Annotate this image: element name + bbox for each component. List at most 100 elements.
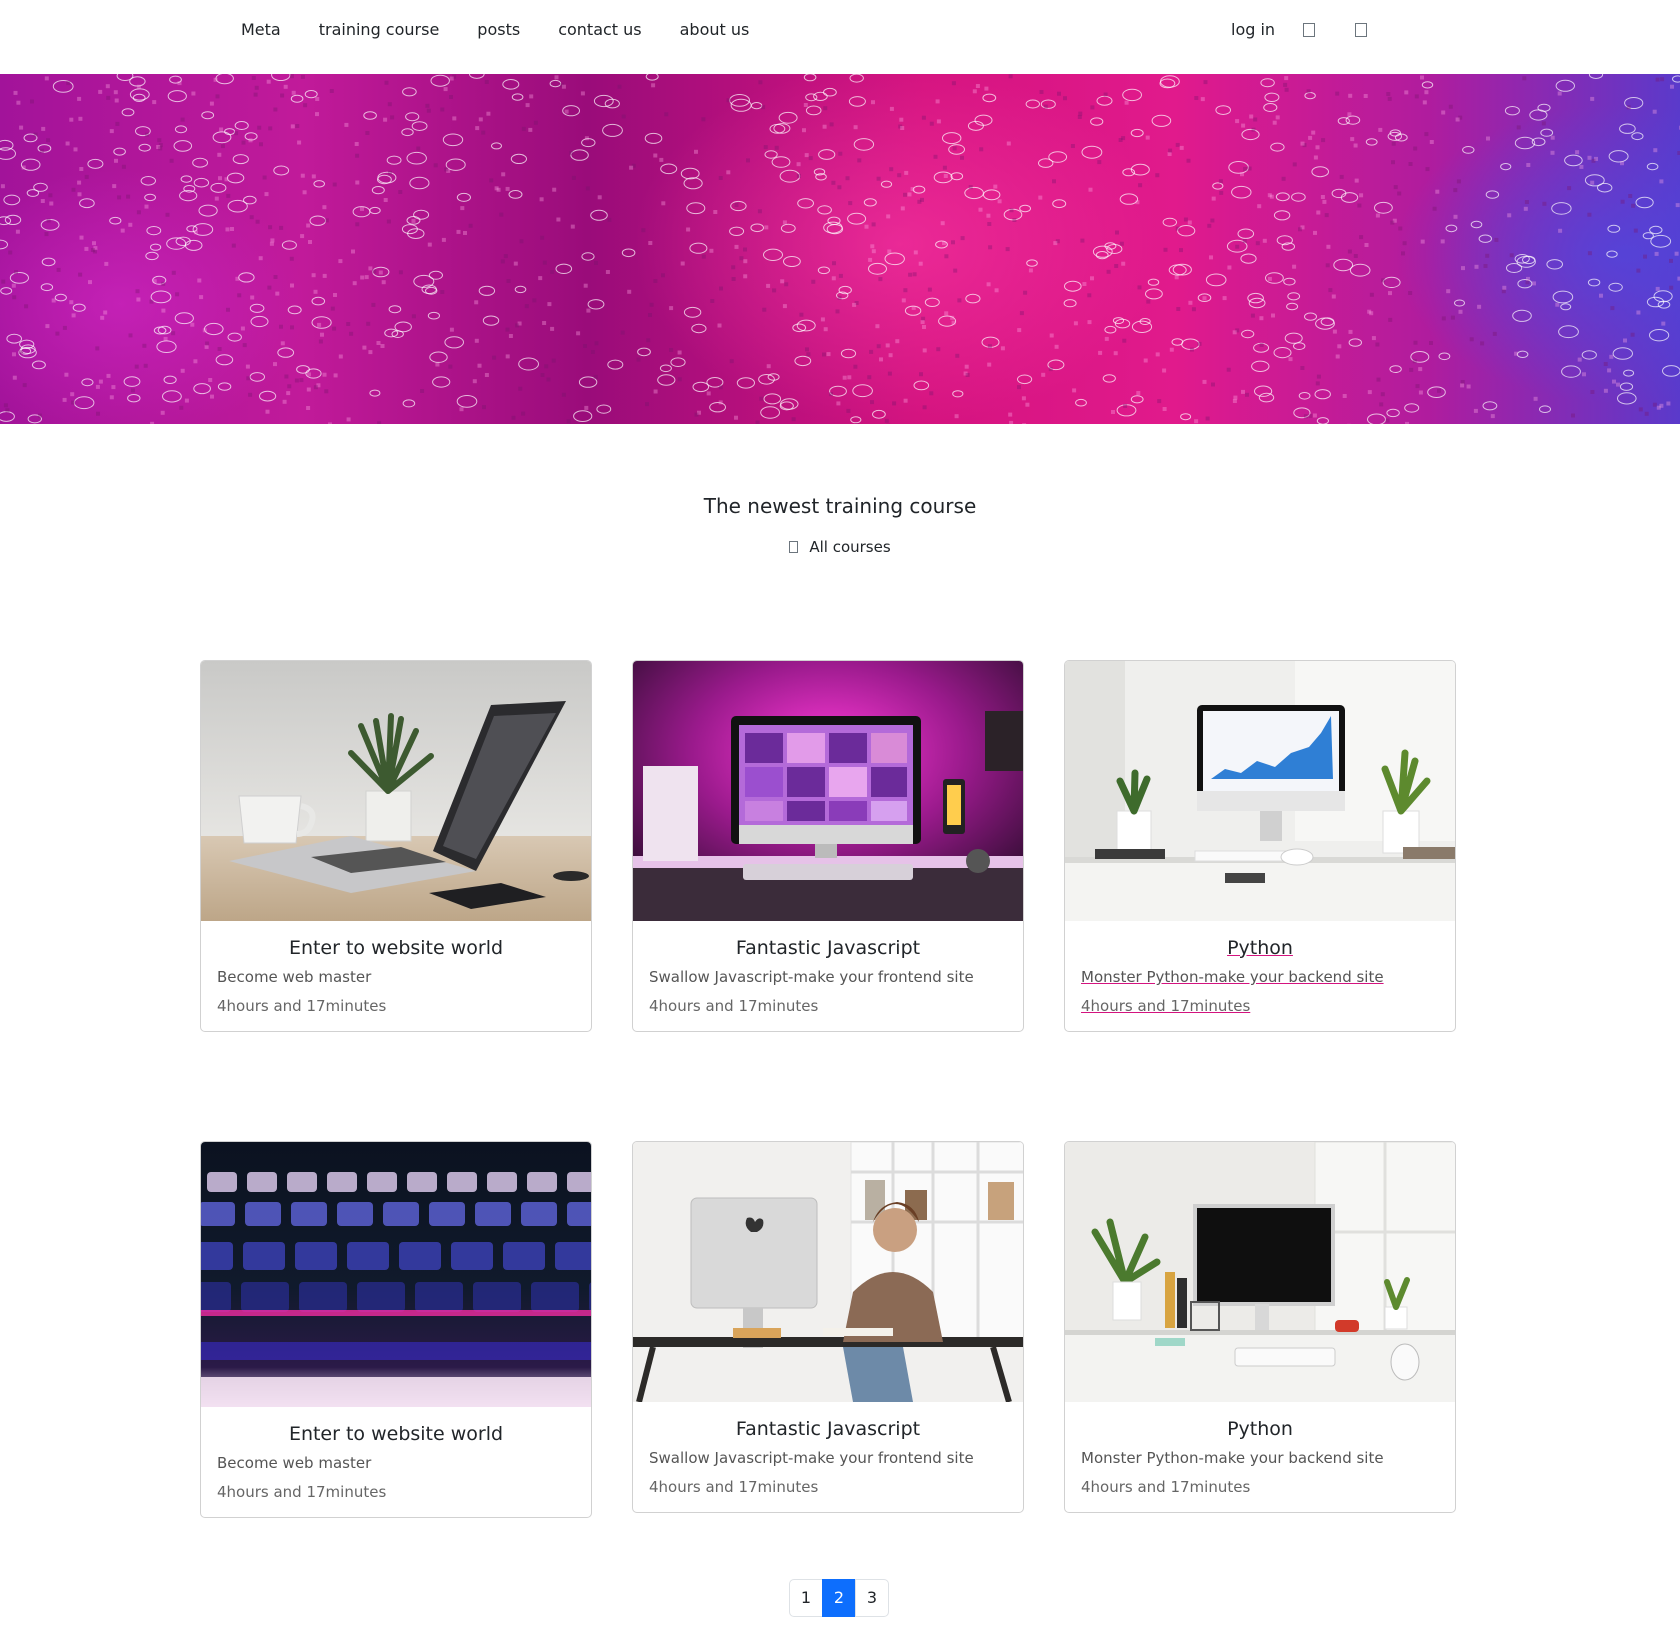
hero-glitter: [144, 204, 149, 209]
hero-bubble: [590, 209, 608, 221]
hero-glitter: [540, 235, 545, 240]
hero-glitter: [1335, 354, 1340, 359]
hero-bubble: [1386, 408, 1400, 418]
hero-bubble: [127, 394, 141, 403]
course-card[interactable]: Enter to website world Become web master…: [200, 1141, 592, 1518]
hero-glitter: [826, 352, 831, 357]
course-card[interactable]: Enter to website world Become web master…: [200, 660, 592, 1032]
hero-glitter: [1432, 206, 1437, 211]
hero-bubble: [849, 74, 864, 83]
hero-glitter: [899, 117, 904, 122]
hero-glitter: [360, 206, 364, 211]
course-card[interactable]: Fantastic Javascript Swallow Javascript-…: [632, 1141, 1024, 1513]
all-courses-label: All courses: [809, 538, 891, 556]
hero-bubble: [689, 242, 708, 254]
login-link[interactable]: log in: [1231, 18, 1275, 42]
course-card[interactable]: Python Monster Python-make your backend …: [1064, 660, 1456, 1032]
hero-glitter: [506, 279, 511, 283]
hero-glitter: [449, 95, 453, 99]
hero-glitter: [1405, 421, 1409, 424]
hero-glitter: [193, 230, 198, 235]
hero-glitter: [501, 172, 506, 177]
hero-glitter: [208, 378, 213, 382]
hero-glitter: [291, 90, 296, 95]
hero-bubble: [192, 157, 209, 168]
hero-glitter: [460, 206, 465, 211]
hero-bubble: [1231, 185, 1252, 199]
hero-glitter: [831, 276, 836, 281]
keyboard-key: [399, 1242, 441, 1270]
hero-bubble: [413, 209, 430, 220]
hero-bubble: [1546, 259, 1563, 270]
hero-glitter: [677, 350, 682, 355]
course-card[interactable]: Fantastic Javascript Swallow Javascript-…: [632, 660, 1024, 1032]
hero-glitter: [919, 372, 923, 377]
hero-glitter: [349, 331, 354, 336]
hero-glitter: [1077, 115, 1082, 119]
hero-glitter: [743, 247, 747, 252]
hero-glitter: [112, 184, 117, 189]
hero-bubble: [1168, 264, 1187, 276]
hero-glitter: [1326, 244, 1331, 249]
hero-glitter: [1041, 372, 1046, 377]
hero-glitter: [1025, 402, 1030, 407]
hero-glitter: [1555, 302, 1560, 307]
hero-glitter: [1409, 367, 1414, 372]
hero-glitter: [552, 187, 557, 192]
hero-glitter: [1610, 306, 1615, 311]
nav-link-posts[interactable]: posts: [477, 18, 520, 42]
hero-glitter: [912, 272, 917, 277]
all-courses-link[interactable]: All courses: [0, 536, 1680, 558]
hero-bubble: [1551, 202, 1572, 215]
hero-glitter: [225, 227, 230, 232]
hero-glitter: [1575, 150, 1580, 155]
hero-glitter: [1325, 263, 1330, 268]
hero-bubble: [281, 240, 297, 250]
hero-glitter: [366, 321, 371, 326]
hero-glitter: [1408, 291, 1413, 295]
hero-glitter: [1135, 200, 1140, 205]
hero-glitter: [1532, 281, 1536, 286]
page-link-1[interactable]: 1: [789, 1579, 823, 1617]
hero-bubble: [1258, 392, 1275, 403]
hero-glitter: [922, 325, 926, 329]
hero-glitter: [46, 218, 51, 223]
hero-glitter: [1582, 372, 1586, 377]
page-link-3[interactable]: 3: [855, 1579, 889, 1617]
user-icon[interactable]: [1303, 23, 1316, 37]
hero-bubble: [428, 270, 443, 280]
course-title: Enter to website world: [288, 1423, 504, 1445]
hero-glitter: [226, 193, 231, 198]
cart-icon[interactable]: [1355, 23, 1368, 37]
hero-glitter: [551, 358, 556, 363]
hero-glitter: [1636, 268, 1641, 273]
course-card[interactable]: Python Monster Python-make your backend …: [1064, 1141, 1456, 1513]
hero-glitter: [846, 408, 851, 413]
hero-glitter: [214, 196, 219, 201]
hero-glitter: [126, 194, 131, 199]
hero-glitter: [324, 218, 329, 223]
hero-glitter: [55, 331, 60, 336]
nav-link-meta[interactable]: Meta: [241, 18, 281, 42]
hero-bubble: [227, 332, 242, 342]
hero-glitter: [1176, 307, 1181, 311]
hero-glitter: [957, 298, 962, 303]
hero-glitter: [1111, 410, 1115, 414]
nav-link-training-course[interactable]: training course: [319, 18, 440, 42]
hero-glitter: [37, 413, 42, 418]
page-link-2[interactable]: 2: [822, 1579, 856, 1617]
hero-glitter: [731, 277, 736, 281]
hero-glitter: [1380, 392, 1385, 397]
hero-glitter: [152, 100, 157, 105]
hero-glitter: [583, 344, 587, 348]
hero-bubble: [444, 336, 465, 349]
nav-link-about-us[interactable]: about us: [680, 18, 750, 42]
hero-bubble: [1588, 74, 1604, 79]
nav-link-contact-us[interactable]: contact us: [558, 18, 641, 42]
hero-glitter: [398, 270, 403, 275]
hero-glitter: [284, 374, 289, 379]
hero-glitter: [540, 373, 545, 377]
hero-glitter: [180, 368, 185, 373]
hero-bubble: [1171, 338, 1184, 346]
hero-bubble: [212, 131, 232, 144]
